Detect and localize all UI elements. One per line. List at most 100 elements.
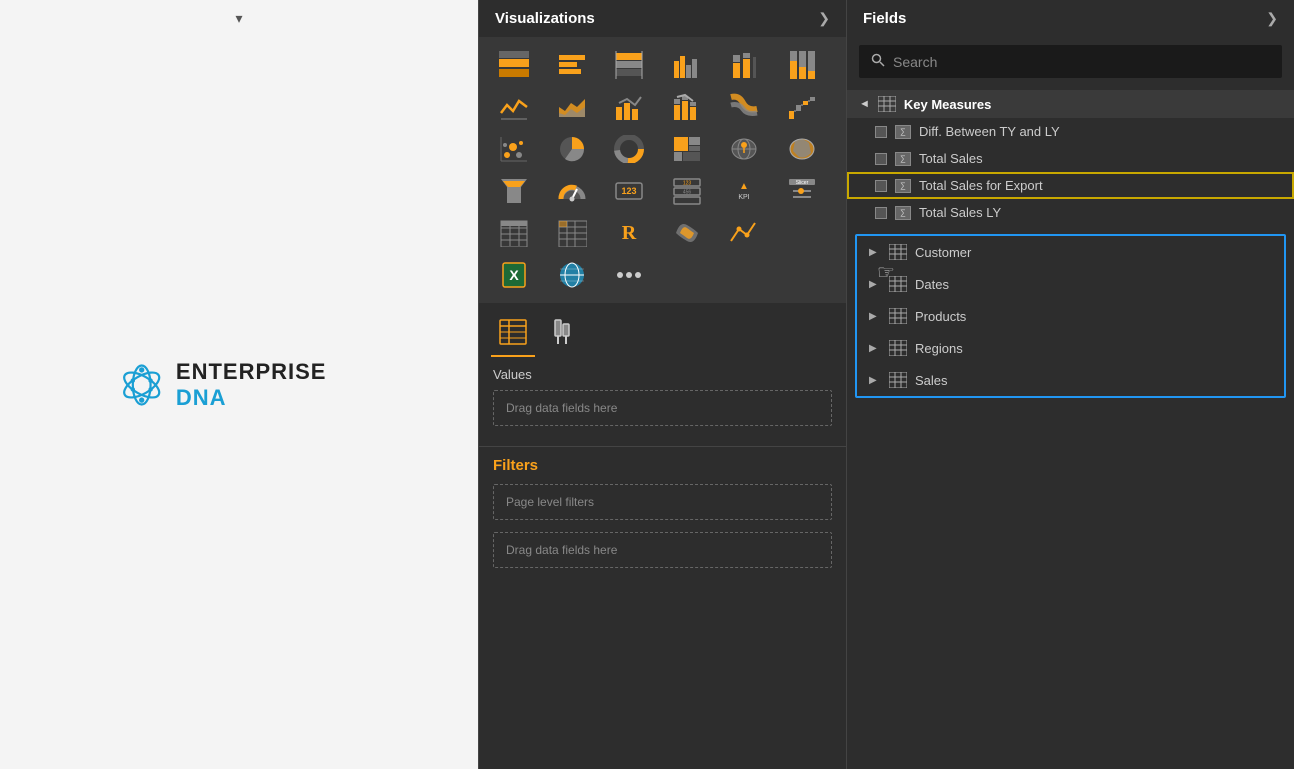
key-measures-header[interactable]: ◄ Key Measures (847, 90, 1294, 118)
stacked-bar-100-icon[interactable] (606, 45, 652, 85)
scatter-chart-icon[interactable] (491, 129, 537, 169)
waterfall-icon[interactable] (779, 87, 825, 127)
page-level-filters[interactable]: Page level filters (493, 484, 832, 520)
matrix-icon[interactable] (549, 213, 595, 253)
line-chart-2-icon[interactable] (721, 213, 767, 253)
sales-table-icon (889, 372, 907, 388)
ribbon-chart-icon[interactable] (721, 87, 767, 127)
sales-expand-arrow: ▶ (869, 375, 881, 386)
svg-text:123: 123 (682, 181, 691, 187)
slicer-icon[interactable]: Slicer (779, 171, 825, 211)
field-total-sales-checkbox (875, 153, 887, 165)
svg-text:456: 456 (682, 190, 691, 196)
field-total-sales-ly-checkbox (875, 207, 887, 219)
treemap-icon[interactable] (664, 129, 710, 169)
viz-panel-title: Visualizations (495, 10, 595, 27)
svg-text:Slicer: Slicer (795, 180, 808, 186)
line-stacked-icon[interactable] (664, 87, 710, 127)
table-dates[interactable]: ▶ Dates (857, 268, 1284, 300)
values-label: Values (493, 367, 832, 382)
format-tab[interactable] (539, 313, 583, 357)
map-icon[interactable] (721, 129, 767, 169)
fields-panel-header: Fields ❯ (847, 0, 1294, 37)
field-total-sales-ly-name: Total Sales LY (919, 205, 1001, 220)
collapse-arrow[interactable]: ▾ (225, 8, 253, 28)
canvas-panel: ▾ ENTERPRISE DNA (0, 0, 478, 769)
values-drop-zone[interactable]: Drag data fields here (493, 390, 832, 426)
customer-table-icon (889, 244, 907, 260)
logo-enterprise: ENTERPRISE (176, 359, 327, 384)
donut-chart-icon[interactable] (606, 129, 652, 169)
stacked-bar-icon[interactable] (491, 45, 537, 85)
line-chart-icon[interactable] (491, 87, 537, 127)
field-diff-measure-icon: ∑ (895, 125, 911, 139)
table-icon[interactable] (491, 213, 537, 253)
search-icon (871, 53, 885, 70)
stacked-column-100-icon[interactable] (779, 45, 825, 85)
table-sales[interactable]: ▶ Sales (857, 364, 1284, 396)
table-regions[interactable]: ▶ Regions (857, 332, 1284, 364)
logo-dna: DNA (176, 385, 227, 410)
search-input[interactable] (893, 54, 1270, 70)
filters-label: Filters (493, 457, 832, 474)
logo-area: ENTERPRISE DNA (120, 359, 359, 411)
products-expand-arrow: ▶ (869, 311, 881, 322)
values-section: Values Drag data fields here (479, 357, 846, 442)
customer-expand-arrow: ▶ (869, 247, 881, 258)
funnel-icon[interactable] (491, 171, 537, 211)
pie-chart-icon[interactable] (549, 129, 595, 169)
measures-table-icon (878, 96, 896, 112)
clustered-bar-icon[interactable] (549, 45, 595, 85)
area-chart-icon[interactable] (549, 87, 595, 127)
line-clustered-icon[interactable] (606, 87, 652, 127)
products-table-name: Products (915, 309, 966, 324)
card-icon[interactable]: 123 (606, 171, 652, 211)
field-total-sales-ly[interactable]: ∑ Total Sales LY (847, 199, 1294, 226)
gauge-icon[interactable] (549, 171, 595, 211)
r-script-icon[interactable]: R (606, 213, 652, 253)
custom-visual-icon[interactable] (664, 213, 710, 253)
products-table-icon (889, 308, 907, 324)
dates-table-name: Dates (915, 277, 949, 292)
excel-icon[interactable]: X (491, 255, 537, 295)
dna-icon (120, 360, 164, 410)
filters-drop-zone[interactable]: Drag data fields here (493, 532, 832, 568)
svg-text:123: 123 (621, 186, 636, 196)
dates-table-icon (889, 276, 907, 292)
table-products[interactable]: ▶ Products (857, 300, 1284, 332)
globe-icon[interactable] (549, 255, 595, 295)
key-measures-title: Key Measures (904, 97, 991, 112)
kpi-icon[interactable]: ▲ KPI (721, 171, 767, 211)
field-diff-name: Diff. Between TY and LY (919, 124, 1060, 139)
fields-panel-title: Fields (863, 10, 906, 27)
customer-table-name: Customer (915, 245, 971, 260)
svg-text:▲: ▲ (739, 181, 749, 192)
measures-expand-icon: ◄ (859, 98, 870, 110)
field-total-sales-export-checkbox (875, 180, 887, 192)
logo-text: ENTERPRISE DNA (176, 359, 359, 411)
viz-sub-tabs (479, 303, 846, 357)
regions-table-icon (889, 340, 907, 356)
viz-icons-grid: 123 123 456 ▲ KPI Slicer (479, 37, 846, 303)
filters-section: Filters Page level filters Drag data fie… (479, 446, 846, 584)
field-total-sales-export-measure-icon: ∑ (895, 179, 911, 193)
field-total-sales-export[interactable]: ∑ Total Sales for Export (847, 172, 1294, 199)
viz-panel-chevron[interactable]: ❯ (818, 10, 830, 27)
field-diff-ty-ly[interactable]: ∑ Diff. Between TY and LY (847, 118, 1294, 145)
more-options-icon[interactable] (606, 255, 652, 295)
field-total-sales[interactable]: ∑ Total Sales (847, 145, 1294, 172)
table-customer[interactable]: ▶ Customer ☞ (857, 236, 1284, 268)
svg-text:KPI: KPI (738, 194, 749, 201)
stacked-column-icon[interactable] (721, 45, 767, 85)
fields-tab[interactable] (491, 313, 535, 357)
tables-section: ▶ Customer ☞ ▶ Dates (855, 234, 1286, 398)
svg-text:X: X (509, 267, 519, 283)
field-diff-checkbox (875, 126, 887, 138)
multi-row-card-icon[interactable]: 123 456 (664, 171, 710, 211)
sales-table-name: Sales (915, 373, 948, 388)
regions-table-name: Regions (915, 341, 963, 356)
filled-map-icon[interactable] (779, 129, 825, 169)
fields-panel-chevron[interactable]: ❯ (1266, 10, 1278, 27)
key-measures-section: ◄ Key Measures ∑ Diff. Between TY and LY… (847, 90, 1294, 226)
clustered-column-icon[interactable] (664, 45, 710, 85)
